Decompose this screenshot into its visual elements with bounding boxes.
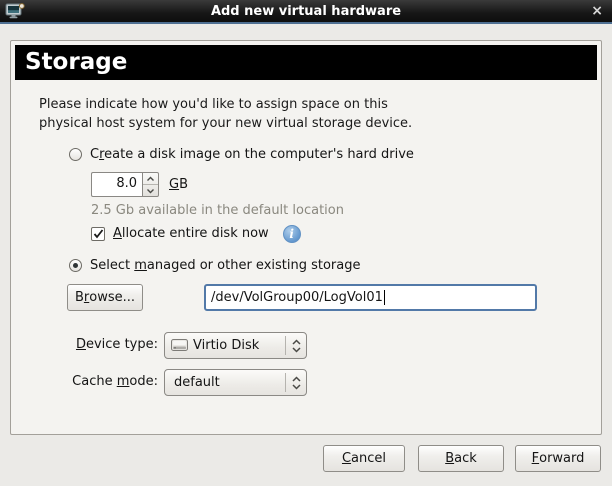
window-title: Add new virtual hardware — [0, 4, 612, 19]
device-type-value: Virtio Disk — [188, 338, 285, 353]
back-button[interactable]: Back — [418, 445, 504, 472]
combo-arrows-icon — [286, 338, 306, 354]
create-disk-label[interactable]: Create a disk image on the computer's ha… — [90, 147, 414, 162]
titlebar: Add new virtual hardware × — [0, 0, 612, 24]
browse-button[interactable]: Browse... — [67, 284, 143, 311]
create-disk-radio[interactable] — [69, 148, 82, 161]
chevron-up-icon — [146, 176, 155, 182]
browse-row: Browse... /dev/VolGroup00/LogVol01 — [67, 284, 143, 311]
storage-path-value: /dev/VolGroup00/LogVol01 — [211, 290, 383, 305]
device-type-label: Device type: — [11, 337, 158, 352]
content-panel: Storage Please indicate how you'd like t… — [10, 40, 602, 435]
cancel-button[interactable]: Cancel — [323, 445, 405, 472]
page-title: Storage — [15, 45, 597, 80]
cache-mode-value: default — [171, 375, 285, 390]
intro-text: Please indicate how you'd like to assign… — [39, 95, 412, 133]
check-mark-icon — [93, 229, 104, 239]
available-space-note: 2.5 Gb available in the default location — [91, 203, 344, 218]
spin-up-button[interactable] — [143, 173, 158, 185]
device-type-row: Device type: Virtio Disk — [11, 332, 603, 359]
combo-arrows-icon — [286, 375, 306, 391]
hard-disk-icon — [171, 339, 188, 352]
intro-line-1: Please indicate how you'd like to assign… — [39, 95, 412, 114]
allocate-row: Allocate entire disk now i — [91, 224, 301, 243]
storage-path-input[interactable]: /dev/VolGroup00/LogVol01 — [204, 284, 537, 311]
allocate-label[interactable]: Allocate entire disk now — [113, 226, 269, 241]
chevron-down-icon — [146, 188, 155, 194]
disk-size-input[interactable]: 8.0 — [91, 172, 142, 197]
cache-mode-label: Cache mode: — [11, 374, 158, 389]
cache-mode-select[interactable]: default — [164, 369, 307, 396]
existing-storage-label[interactable]: Select managed or other existing storage — [90, 258, 361, 273]
spinner-buttons — [142, 172, 159, 197]
intro-line-2: physical host system for your new virtua… — [39, 114, 412, 133]
info-icon[interactable]: i — [283, 225, 301, 243]
forward-button[interactable]: Forward — [515, 445, 601, 472]
gb-unit-label: GB — [169, 177, 188, 192]
disk-size-row: 8.0 GB — [91, 172, 188, 197]
text-caret — [384, 290, 385, 305]
existing-storage-radio[interactable] — [69, 259, 82, 272]
disk-size-spinner: 8.0 — [91, 172, 159, 197]
virt-manager-window-icon — [5, 3, 25, 21]
allocate-checkbox[interactable] — [91, 227, 105, 241]
spin-down-button[interactable] — [143, 185, 158, 196]
existing-storage-option-row: Select managed or other existing storage — [69, 258, 361, 273]
cache-mode-row: Cache mode: default — [11, 369, 603, 396]
device-type-select[interactable]: Virtio Disk — [164, 332, 307, 359]
create-disk-option-row: Create a disk image on the computer's ha… — [69, 147, 414, 162]
close-icon[interactable]: × — [591, 3, 603, 20]
